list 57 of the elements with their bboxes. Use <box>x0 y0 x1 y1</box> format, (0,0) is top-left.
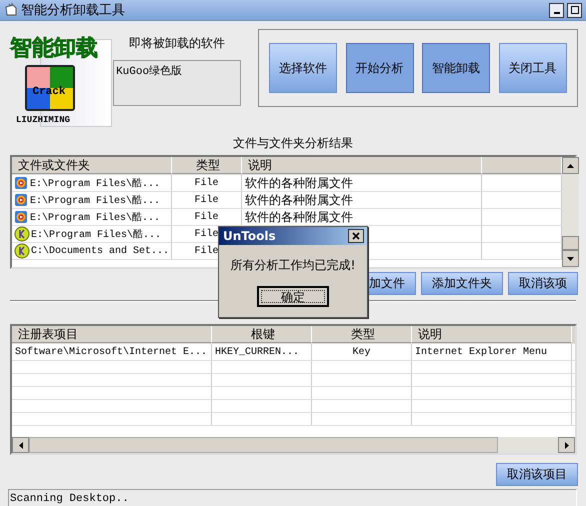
close-icon[interactable] <box>352 232 360 240</box>
table-cell: File <box>194 194 218 206</box>
table-cell: 软件的各种附属文件 <box>242 209 482 225</box>
player-icon <box>14 210 28 224</box>
section-title: 文件与文件夹分析结果 <box>232 135 354 152</box>
dialog-title: UnTools <box>223 229 276 243</box>
maximize-icon[interactable] <box>570 6 578 14</box>
table-cell: Internet Explorer Menu <box>415 346 548 358</box>
table-cell: Key <box>352 346 370 358</box>
table-cell: File <box>194 228 218 240</box>
table-cell: HKEY_CURREN... <box>215 346 300 358</box>
circle-icon <box>14 243 30 259</box>
column-header[interactable]: 文件或文件夹 <box>12 157 172 174</box>
close-button[interactable] <box>348 229 364 243</box>
table-cell: Software\Microsoft\Internet E... <box>15 346 208 358</box>
player-icon <box>14 193 28 207</box>
table-cell-text: E:\Program Files\酷... <box>30 210 160 224</box>
vertical-scrollbar[interactable] <box>562 157 579 267</box>
minimize-button[interactable] <box>549 2 564 18</box>
column-header[interactable]: 类型 <box>172 157 242 174</box>
column-header[interactable]: 说明 <box>242 157 482 174</box>
up-arrow-icon[interactable] <box>567 164 574 168</box>
action-button[interactable]: 开始分析 <box>346 43 414 93</box>
dialog-message: 所有分析工作均已完成! <box>230 257 356 274</box>
table-cell: C:\Documents and Set... <box>31 246 170 256</box>
cancel-item-button[interactable]: 取消该项目 <box>496 463 578 486</box>
column-header[interactable]: 说明 <box>412 326 572 343</box>
left-arrow-icon[interactable] <box>18 442 22 448</box>
table-cell: 软件的各种附属文件 <box>242 175 482 191</box>
down-arrow-icon[interactable] <box>567 256 574 260</box>
right-arrow-icon[interactable] <box>564 442 568 448</box>
table-cell: File <box>194 178 218 188</box>
column-header[interactable]: 注册表项目 <box>12 326 212 343</box>
app-icon <box>4 3 18 17</box>
column-header[interactable]: 根键 <box>212 326 312 343</box>
file-action-button[interactable]: 添加文件夹 <box>421 272 503 295</box>
action-button[interactable]: 关闭工具 <box>498 43 567 93</box>
file-action-button[interactable]: 取消该项 <box>508 272 578 295</box>
maximize-button[interactable] <box>567 2 582 18</box>
logo-title: 智能卸载 <box>10 35 98 63</box>
table-cell-text: E:\Program Files\酷... <box>31 228 162 241</box>
circle-icon <box>14 226 30 242</box>
ok-button[interactable]: 确定 <box>257 286 329 307</box>
logo-caption: LIUZHIMING <box>16 115 70 125</box>
table-cell: File <box>194 212 218 222</box>
target-field: KuGoo绿色版 <box>113 60 242 106</box>
window-title: 智能分析卸载工具 <box>21 2 126 19</box>
action-button[interactable]: 选择软件 <box>268 43 337 93</box>
table-cell: 软件的各种附属文件 <box>242 192 482 208</box>
table-cell-text: E:\Program Files\酷... <box>30 176 160 190</box>
column-header[interactable]: 类型 <box>312 326 412 343</box>
table-cell-text: E:\Program Files\酷... <box>30 194 160 207</box>
table-cell: File <box>194 246 218 256</box>
status-bar: Scanning Desktop.. <box>8 489 577 506</box>
player-icon <box>14 176 28 190</box>
action-button[interactable]: 智能卸载 <box>422 43 490 93</box>
target-label: 即将被卸载的软件 <box>129 35 226 52</box>
